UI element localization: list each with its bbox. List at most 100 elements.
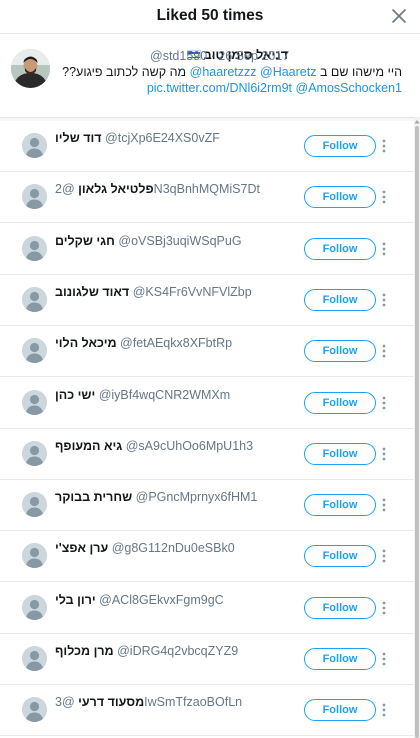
user-row[interactable]: ערן אפצ'י @g8G112nDu0eSBk0 Follow — [0, 531, 414, 583]
more-options-icon[interactable] — [381, 139, 387, 153]
mention-haaretzzz[interactable]: @haaretzzz — [190, 65, 257, 79]
more-options-icon[interactable] — [381, 601, 387, 615]
tweet-meta: @std1590 · 26 Sep 2017 — [150, 49, 289, 63]
user-identity: גיא המעופף @sA9cUhOo6MpU1h3 — [55, 439, 253, 453]
user-name[interactable]: גיא המעופף — [55, 439, 122, 453]
tweet-author-avatar[interactable] — [11, 49, 50, 88]
user-name[interactable]: דוד שליו — [55, 131, 102, 145]
more-options-icon[interactable] — [381, 549, 387, 563]
scroll-up-arrow-icon[interactable] — [414, 119, 420, 124]
liked-tweet: דניאל סימן טוב @std1590 · 26 Sep 2017 הי… — [0, 35, 420, 117]
follow-button[interactable]: Follow — [304, 494, 376, 517]
user-avatar[interactable] — [22, 133, 47, 158]
more-options-icon[interactable] — [381, 344, 387, 358]
follow-button[interactable]: Follow — [304, 186, 376, 209]
user-avatar[interactable] — [22, 594, 47, 620]
user-row[interactable]: חגי שקלים @oVSBj3uqiWSqPuG Follow — [0, 223, 414, 275]
user-avatar[interactable] — [22, 235, 47, 261]
user-name[interactable]: דאוד שלגונוב — [55, 285, 129, 299]
more-options-icon[interactable] — [381, 396, 387, 410]
close-icon[interactable] — [390, 7, 408, 25]
follow-button[interactable]: Follow — [304, 135, 376, 157]
user-row[interactable]: פלטיאל גלאון @2N3qBnhMQMiS7Dt Follow — [0, 172, 414, 224]
more-options-icon[interactable] — [381, 498, 387, 512]
user-handle[interactable]: @tcjXp6E24XS0vZF — [105, 131, 220, 145]
user-identity: חגי שקלים @oVSBj3uqiWSqPuG — [55, 234, 242, 248]
user-handle[interactable]: @fetAEqkx8XFbtRp — [120, 336, 232, 350]
user-handle[interactable]: @KS4Fr6VvNFVlZbp — [133, 285, 252, 299]
user-row[interactable]: מסעוד דרעי @3IwSmTfzaoBOfLn Follow — [0, 685, 414, 737]
user-avatar[interactable] — [22, 646, 47, 671]
follow-button[interactable]: Follow — [304, 288, 376, 311]
user-name[interactable]: חגי שקלים — [55, 234, 115, 248]
scrollbar-thumb[interactable] — [415, 126, 419, 738]
user-identity: מיכאל הלוי @fetAEqkx8XFbtRp — [55, 336, 232, 350]
user-avatar[interactable] — [22, 697, 47, 723]
meta-separator: · — [207, 49, 219, 63]
user-row[interactable]: דוד שליו @tcjXp6E24XS0vZF Follow — [0, 121, 414, 172]
user-handle[interactable]: @PGncMprnyx6fHM1 — [136, 490, 258, 504]
user-name[interactable]: מיכאל הלוי — [55, 336, 117, 350]
more-options-icon[interactable] — [381, 190, 387, 204]
more-options-icon[interactable] — [381, 652, 387, 666]
user-name[interactable]: שחרית בבוקר — [55, 490, 132, 504]
user-avatar[interactable] — [22, 492, 47, 518]
user-identity: ירון בלי @ACl8GEkvxFgm9gC — [55, 593, 224, 607]
user-handle[interactable]: @iyBf4wqCNR2WMXm — [99, 388, 230, 402]
modal-header: Liked 50 times — [0, 0, 420, 34]
follow-button[interactable]: Follow — [304, 596, 376, 619]
tweet-date[interactable]: 26 Sep 2017 — [218, 49, 289, 63]
user-name[interactable]: מסעוד דרעי — [78, 695, 144, 709]
user-identity: מרן מכלוף @iDRG4q2vbcqZYZ9 — [55, 644, 238, 658]
user-handle[interactable]: @ACl8GEkvxFgm9gC — [99, 593, 224, 607]
user-avatar[interactable] — [22, 286, 47, 312]
user-row[interactable]: גיא המעופף @sA9cUhOo6MpU1h3 Follow — [0, 428, 414, 480]
follow-button[interactable]: Follow — [304, 648, 376, 670]
user-name[interactable]: ישי כהן — [55, 388, 95, 402]
user-identity: דאוד שלגונוב @KS4Fr6VvNFVlZbp — [55, 285, 252, 299]
tweet-pic-link[interactable]: pic.twitter.com/DNl6i2rm9t — [147, 81, 292, 95]
user-row[interactable]: ירון בלי @ACl8GEkvxFgm9gC Follow — [0, 582, 414, 634]
follow-button[interactable]: Follow — [304, 237, 376, 260]
user-avatar[interactable] — [22, 338, 47, 364]
tweet-text-line2: pic.twitter.com/DNl6i2rm9t @AmosSchocken… — [147, 81, 402, 95]
user-avatar[interactable] — [22, 543, 47, 569]
mention-haaretz[interactable]: @Haaretz — [260, 65, 316, 79]
user-row[interactable]: מרן מכלוף @iDRG4q2vbcqZYZ9 Follow — [0, 634, 414, 685]
user-handle[interactable]: @sA9cUhOo6MpU1h3 — [126, 439, 253, 453]
user-row[interactable]: דאוד שלגונוב @KS4Fr6VvNFVlZbp Follow — [0, 274, 414, 326]
follow-button[interactable]: Follow — [304, 545, 376, 568]
user-avatar[interactable] — [22, 440, 47, 466]
user-handle[interactable]: @iDRG4q2vbcqZYZ9 — [117, 644, 238, 658]
user-avatar[interactable] — [22, 389, 47, 415]
user-row[interactable]: מיכאל הלוי @fetAEqkx8XFbtRp Follow — [0, 326, 414, 378]
user-name[interactable]: מרן מכלוף — [55, 644, 114, 658]
user-handle[interactable]: @g8G112nDu0eSBk0 — [112, 541, 235, 555]
more-options-icon[interactable] — [381, 242, 387, 256]
follow-button[interactable]: Follow — [304, 391, 376, 414]
user-name[interactable]: פלטיאל גלאון — [78, 182, 154, 196]
follow-button[interactable]: Follow — [304, 340, 376, 363]
user-handle[interactable]: @oVSBj3uqiWSqPuG — [118, 234, 241, 248]
tweet-text-plain: היי מישהו שם ב — [319, 65, 402, 79]
user-identity: שחרית בבוקר @PGncMprnyx6fHM1 — [55, 490, 257, 504]
user-identity: מסעוד דרעי @3IwSmTfzaoBOfLn — [55, 695, 242, 709]
tweet-text-line1: היי מישהו שם ב @Haaretz @haaretzzz מה קש… — [62, 65, 402, 79]
follow-button[interactable]: Follow — [304, 699, 376, 722]
user-name[interactable]: ירון בלי — [55, 593, 96, 607]
mention-amosschocken[interactable]: @AmosSchocken1 — [296, 81, 403, 95]
user-avatar[interactable] — [22, 184, 47, 210]
more-options-icon[interactable] — [381, 447, 387, 461]
user-row[interactable]: ישי כהן @iyBf4wqCNR2WMXm Follow — [0, 377, 414, 429]
user-row[interactable]: שחרית בבוקר @PGncMprnyx6fHM1 Follow — [0, 480, 414, 532]
user-identity: דוד שליו @tcjXp6E24XS0vZF — [55, 131, 220, 145]
user-identity: פלטיאל גלאון @2N3qBnhMQMiS7Dt — [55, 182, 260, 196]
user-identity: ישי כהן @iyBf4wqCNR2WMXm — [55, 388, 230, 402]
tweet-text-question: מה קשה לכתוב פיגוע?? — [62, 65, 187, 79]
modal-title: Liked 50 times — [156, 7, 264, 24]
more-options-icon[interactable] — [381, 703, 387, 717]
tweet-author-handle[interactable]: @std1590 — [150, 49, 207, 63]
user-name[interactable]: ערן אפצ'י — [55, 541, 108, 555]
more-options-icon[interactable] — [381, 293, 387, 307]
follow-button[interactable]: Follow — [304, 442, 376, 465]
